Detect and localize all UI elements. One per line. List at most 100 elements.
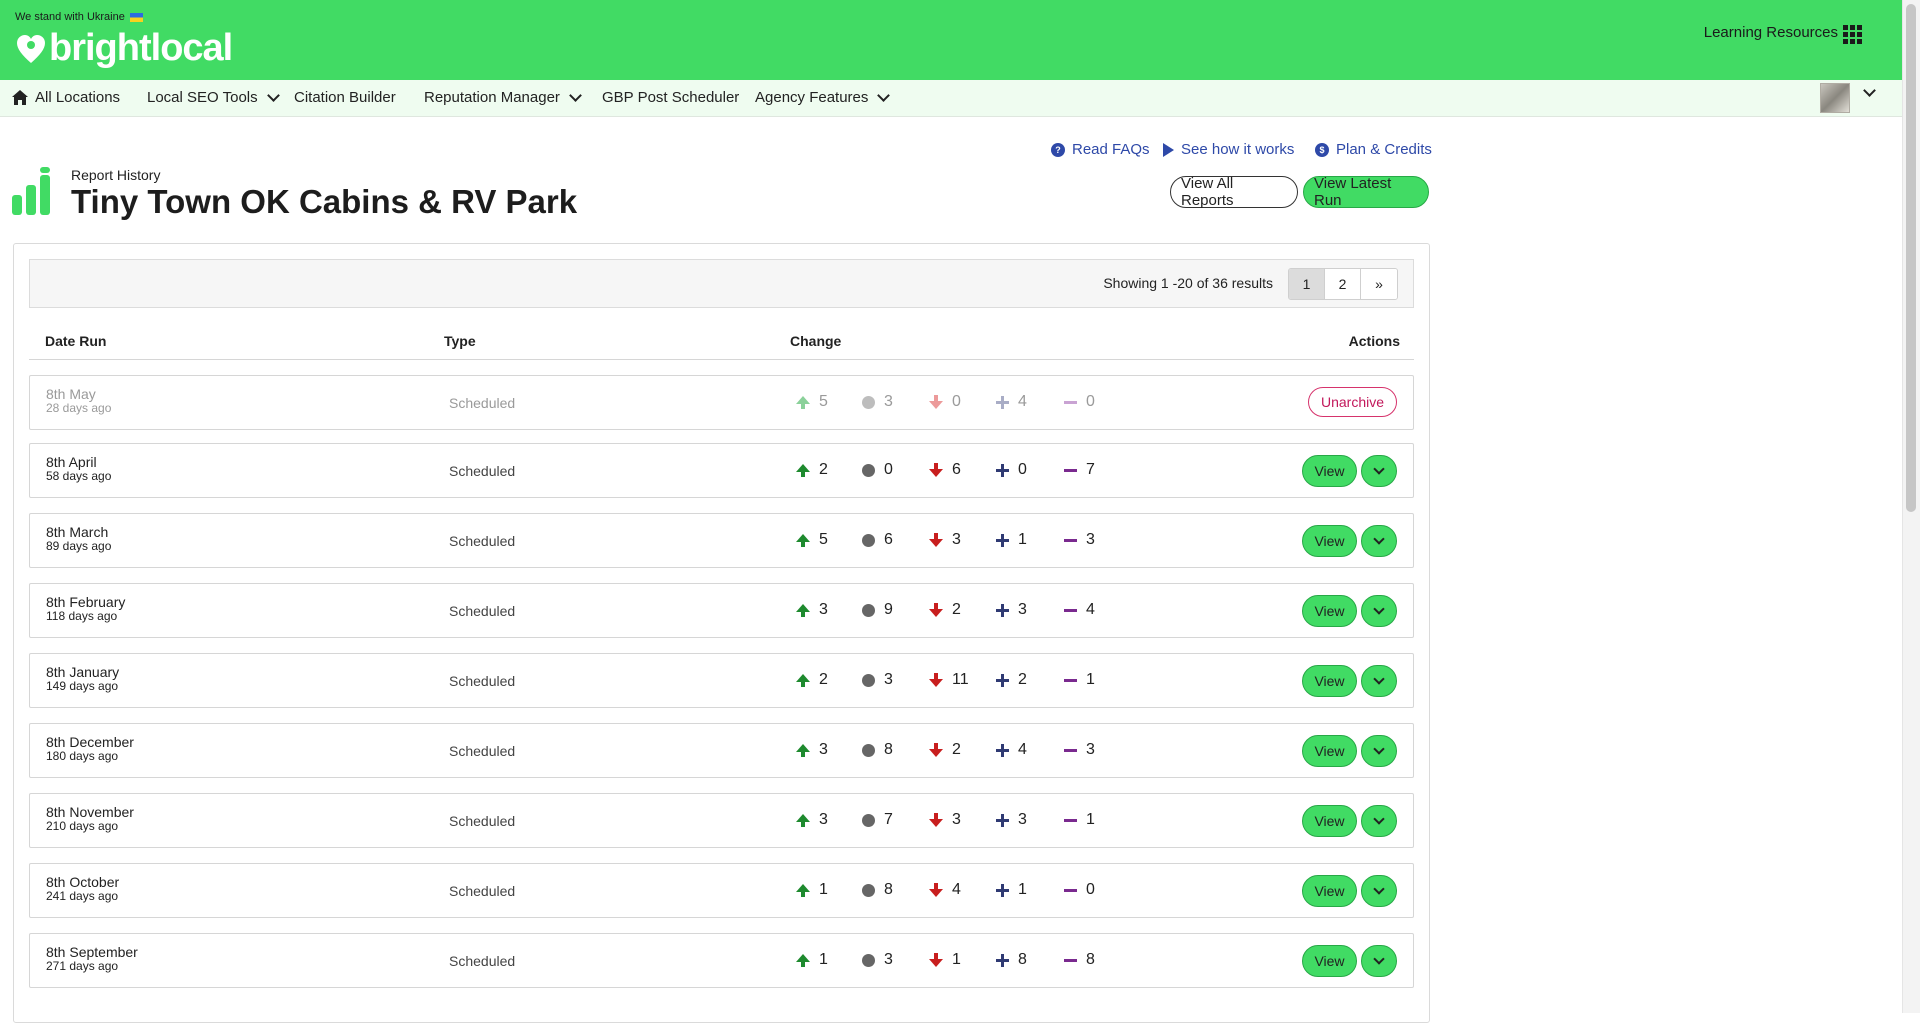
table-row: 8th October 241 days ago Scheduled 1 8 4 1 0 Vie… xyxy=(29,863,1414,918)
change-same: 8 xyxy=(862,741,893,759)
table-row: 8th September 271 days ago Scheduled 1 3 1 8 8 V… xyxy=(29,933,1414,988)
scrollbar-thumb[interactable] xyxy=(1906,4,1916,512)
change-same: 0 xyxy=(862,461,893,479)
page-2-button[interactable]: 2 xyxy=(1325,269,1361,299)
dollar-icon: $ xyxy=(1315,142,1329,157)
header-divider xyxy=(29,359,1414,360)
dot-icon xyxy=(862,743,875,757)
see-how-it-works-link[interactable]: See how it works xyxy=(1163,141,1294,158)
plus-icon xyxy=(996,395,1009,409)
change-down: 4 xyxy=(929,881,961,899)
change-value: 3 xyxy=(952,811,961,828)
arrow-down-icon xyxy=(929,395,943,409)
change-up: 3 xyxy=(796,741,828,759)
view-button[interactable]: View xyxy=(1302,805,1357,837)
column-header-actions: Actions xyxy=(1348,333,1400,349)
arrow-down-icon xyxy=(929,883,943,897)
more-options-button[interactable] xyxy=(1361,945,1397,977)
plan-credits-link[interactable]: $ Plan & Credits xyxy=(1315,141,1432,158)
more-options-button[interactable] xyxy=(1361,595,1397,627)
minus-icon xyxy=(1064,468,1077,472)
read-faqs-link[interactable]: ? Read FAQs xyxy=(1051,141,1150,158)
change-lost: 1 xyxy=(1064,811,1095,829)
arrow-down-icon xyxy=(929,673,943,687)
column-header-type: Type xyxy=(444,333,476,349)
plus-icon xyxy=(996,603,1009,617)
last-page-button[interactable]: » xyxy=(1361,269,1397,299)
view-button[interactable]: View xyxy=(1302,945,1357,977)
apps-grid-icon[interactable] xyxy=(1843,25,1862,44)
more-options-button[interactable] xyxy=(1361,525,1397,557)
change-lost: 7 xyxy=(1064,461,1095,479)
learning-resources-link[interactable]: Learning Resources xyxy=(1704,24,1838,41)
change-lost: 4 xyxy=(1064,601,1095,619)
nav-all-locations[interactable]: All Locations xyxy=(12,89,120,106)
view-button[interactable]: View xyxy=(1302,665,1357,697)
change-new: 2 xyxy=(996,671,1027,689)
change-value: 3 xyxy=(1018,601,1027,618)
nav-agency-features[interactable]: Agency Features xyxy=(755,88,891,106)
nav-local-seo-tools[interactable]: Local SEO Tools xyxy=(147,88,280,106)
change-lost: 1 xyxy=(1064,671,1095,689)
dot-icon xyxy=(862,603,875,617)
date-run: 8th May xyxy=(46,386,96,402)
view-button[interactable]: View xyxy=(1302,875,1357,907)
view-all-reports-button[interactable]: View All Reports xyxy=(1170,175,1298,209)
arrow-up-icon xyxy=(796,396,810,409)
arrow-down-icon xyxy=(929,533,943,547)
brand-logo[interactable]: brightlocal xyxy=(16,27,233,70)
change-value: 11 xyxy=(952,671,969,688)
change-value: 2 xyxy=(819,461,828,478)
report-type: Scheduled xyxy=(449,603,516,619)
chevron-down-icon[interactable] xyxy=(1863,84,1876,97)
link-label: See how it works xyxy=(1181,141,1295,158)
arrow-down-icon xyxy=(929,463,943,477)
change-up: 3 xyxy=(796,601,828,619)
nav-citation-builder[interactable]: Citation Builder xyxy=(294,89,396,106)
ukraine-notice: We stand with Ukraine xyxy=(15,11,143,23)
more-options-button[interactable] xyxy=(1361,455,1397,487)
dot-icon xyxy=(862,883,875,897)
chevron-down-icon xyxy=(569,88,582,102)
view-latest-run-button[interactable]: View Latest Run xyxy=(1303,175,1429,209)
nav-label: Citation Builder xyxy=(294,89,396,106)
more-options-button[interactable] xyxy=(1361,735,1397,767)
minus-icon xyxy=(1064,400,1077,404)
change-same: 3 xyxy=(862,393,893,411)
change-value: 7 xyxy=(1086,461,1095,478)
change-lost: 3 xyxy=(1064,741,1095,759)
chevron-down-icon xyxy=(877,88,891,102)
change-new: 1 xyxy=(996,881,1027,899)
days-ago: 58 days ago xyxy=(46,469,112,483)
table-row: 8th May 28 days ago Scheduled 5 3 0 4 0 Unarchiv… xyxy=(29,375,1414,430)
page-scrollbar[interactable] xyxy=(1902,0,1920,1013)
change-value: 3 xyxy=(884,951,893,968)
change-down: 11 xyxy=(929,671,969,689)
report-type: Scheduled xyxy=(449,813,516,829)
page-1-button[interactable]: 1 xyxy=(1289,269,1325,299)
view-button[interactable]: View xyxy=(1302,595,1357,627)
change-same: 7 xyxy=(862,811,893,829)
minus-icon xyxy=(1064,608,1077,612)
more-options-button[interactable] xyxy=(1361,665,1397,697)
unarchive-button[interactable]: Unarchive xyxy=(1308,387,1397,417)
change-value: 0 xyxy=(1086,393,1095,410)
change-value: 3 xyxy=(819,601,828,618)
change-value: 3 xyxy=(952,531,961,548)
nav-reputation-manager[interactable]: Reputation Manager xyxy=(424,88,582,106)
dot-icon xyxy=(862,533,875,547)
change-same: 9 xyxy=(862,601,893,619)
change-up: 2 xyxy=(796,461,828,479)
view-button[interactable]: View xyxy=(1302,525,1357,557)
arrow-up-icon xyxy=(796,464,810,477)
more-options-button[interactable] xyxy=(1361,875,1397,907)
date-run: 8th April xyxy=(46,454,97,470)
nav-gbp-post-scheduler[interactable]: GBP Post Scheduler xyxy=(602,89,739,106)
user-avatar[interactable] xyxy=(1820,83,1850,113)
more-options-button[interactable] xyxy=(1361,805,1397,837)
date-run: 8th September xyxy=(46,944,138,960)
view-button[interactable]: View xyxy=(1302,455,1357,487)
plus-icon xyxy=(996,463,1009,477)
change-up: 5 xyxy=(796,531,828,549)
view-button[interactable]: View xyxy=(1302,735,1357,767)
